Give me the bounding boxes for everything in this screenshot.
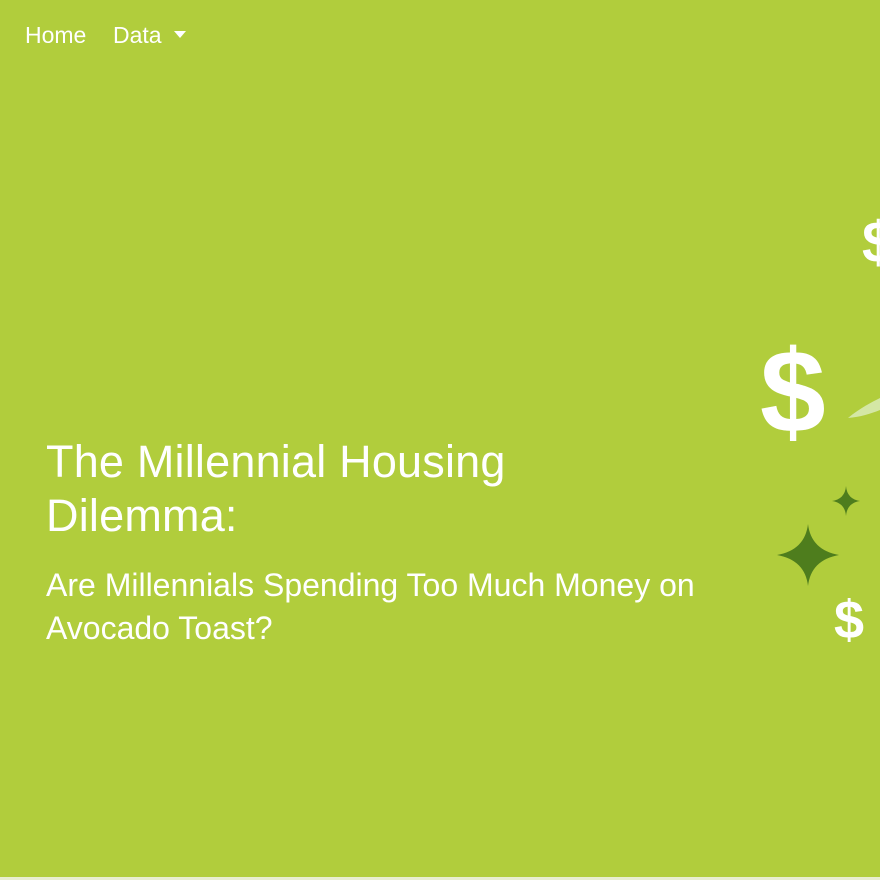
leaf-icon	[848, 398, 880, 418]
sparkle-icon	[777, 524, 839, 586]
dollar-sign-icon: $	[760, 326, 826, 458]
dollar-sign-icon: $	[862, 210, 880, 275]
nav-data-dropdown[interactable]: Data	[113, 20, 186, 50]
dollar-sign-icon: $	[834, 590, 864, 650]
nav-data-label: Data	[113, 22, 162, 48]
top-navbar: Home Data	[0, 0, 880, 70]
page-subtitle: Are Millennials Spending Too Much Money …	[46, 567, 695, 646]
nav-home-link[interactable]: Home	[25, 20, 86, 50]
sparkle-icon	[832, 486, 860, 516]
page-title: The Millennial Housing Dilemma:	[46, 436, 506, 541]
caret-down-icon	[173, 31, 186, 38]
